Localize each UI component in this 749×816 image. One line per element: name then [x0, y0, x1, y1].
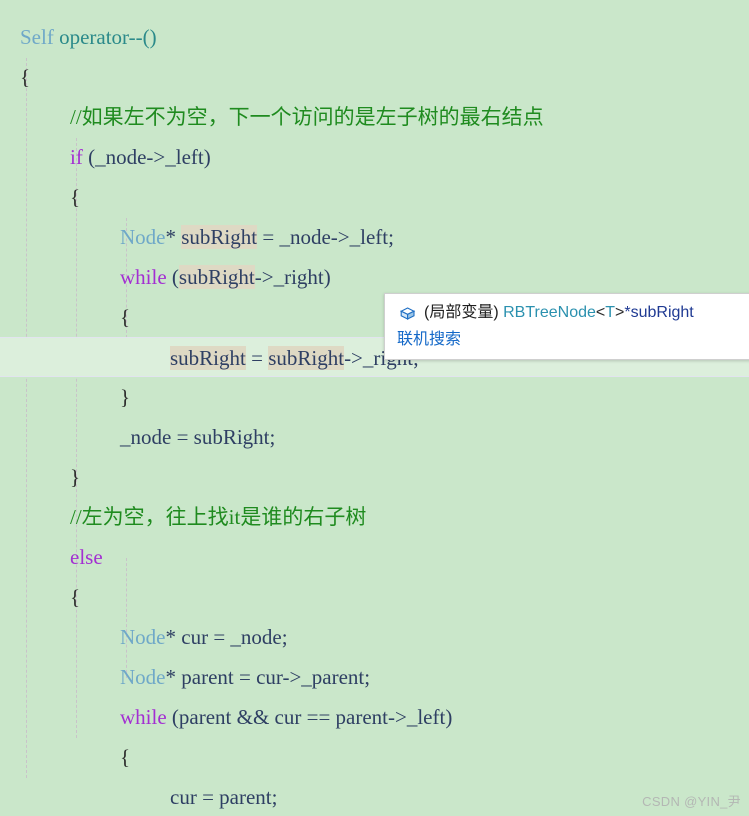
tooltip-angle-close: >: [615, 304, 625, 321]
code-line-text: }: [0, 457, 80, 497]
code-line[interactable]: //如果左不为空，下一个访问的是左子树的最右结点: [0, 97, 749, 137]
code-line[interactable]: Node* subRight = _node->_left;: [0, 217, 749, 257]
code-line[interactable]: Node* cur = _node;: [0, 617, 749, 657]
code-token: * parent = cur->_parent;: [165, 665, 371, 689]
code-line[interactable]: if (_node->_left): [0, 137, 749, 177]
code-line-text: }: [0, 377, 130, 417]
code-token: (parent && cur == parent->_left): [166, 705, 453, 729]
code-line[interactable]: while (parent && cur == parent->_left): [0, 697, 749, 737]
code-line[interactable]: {: [0, 737, 749, 777]
code-line[interactable]: //左为空，往上找it是谁的右子树: [0, 497, 749, 537]
code-line-text: _node = subRight;: [0, 417, 275, 457]
code-line-text: Node* parent = cur->_parent;: [0, 657, 370, 697]
code-token: *: [165, 225, 182, 249]
online-search-link[interactable]: 联机搜索: [397, 329, 749, 351]
code-token: * cur = _node;: [165, 625, 288, 649]
tooltip-type-name: RBTreeNode: [503, 304, 596, 321]
code-token: {: [120, 305, 131, 329]
code-token: subRight: [178, 265, 255, 289]
code-token: Self: [20, 25, 54, 49]
code-line[interactable]: }: [0, 377, 749, 417]
code-line[interactable]: Node* parent = cur->_parent;: [0, 657, 749, 697]
code-token: if: [70, 145, 83, 169]
code-token: operator--(): [59, 25, 157, 49]
csdn-watermark: CSDN @YIN_尹: [642, 794, 741, 809]
code-line[interactable]: while (subRight->_right): [0, 257, 749, 297]
code-line[interactable]: }: [0, 457, 749, 497]
code-token: _node = subRight;: [120, 425, 276, 449]
intellisense-tooltip: (局部变量) RBTreeNode < T > *subRight 联机搜索: [384, 293, 749, 360]
code-line-text: {: [0, 737, 130, 777]
code-line-text: if (_node->_left): [0, 137, 211, 177]
code-line[interactable]: _node = subRight;: [0, 417, 749, 457]
code-line-text: subRight = subRight->_right;: [0, 338, 419, 378]
tooltip-signature-row: (局部变量) RBTreeNode < T > *subRight: [397, 302, 749, 324]
code-line-text: //左为空，往上找it是谁的右子树: [0, 497, 366, 537]
code-token: =: [245, 346, 269, 370]
code-token: //如果左不为空，下一个访问的是左子树的最右结点: [70, 105, 544, 129]
code-token: {: [70, 185, 81, 209]
code-token: subRight: [170, 346, 246, 370]
code-token: = _node->_left;: [257, 225, 394, 249]
tooltip-template-param: T: [605, 304, 616, 321]
code-surface[interactable]: Self operator--() { //如果左不为空，下一个访问的是左子树的最右…: [0, 0, 749, 816]
tooltip-variable-name: *subRight: [624, 304, 694, 321]
code-token: {: [120, 745, 131, 769]
code-line[interactable]: cur = parent;: [0, 777, 749, 816]
tooltip-kind-label: (局部变量): [424, 304, 499, 321]
code-token: {: [20, 65, 31, 89]
code-token: subRight: [181, 225, 258, 249]
code-line[interactable]: else: [0, 537, 749, 577]
code-line[interactable]: {: [0, 57, 749, 97]
code-token: }: [70, 465, 81, 489]
code-line-text: {: [0, 297, 130, 337]
code-token: (: [166, 265, 179, 289]
code-line-text: Node* subRight = _node->_left;: [0, 217, 394, 257]
code-line-text: {: [0, 177, 80, 217]
code-token: (_node->_left): [82, 145, 211, 169]
code-token: while: [120, 705, 167, 729]
code-line[interactable]: {: [0, 177, 749, 217]
code-token: while: [120, 265, 167, 289]
code-token: Node: [120, 665, 166, 689]
code-line-text: Node* cur = _node;: [0, 617, 288, 657]
code-token: Node: [120, 625, 166, 649]
code-line-text: //如果左不为空，下一个访问的是左子树的最右结点: [0, 97, 544, 137]
code-editor-window: Self operator--() { //如果左不为空，下一个访问的是左子树的最右…: [0, 0, 749, 816]
code-token: ->_right): [254, 265, 331, 289]
code-line-text: {: [0, 577, 80, 617]
code-token: //左为空，往上找it是谁的右子树: [70, 505, 367, 529]
code-token: else: [70, 545, 103, 569]
code-token: Node: [120, 225, 166, 249]
code-token: {: [70, 585, 81, 609]
tooltip-angle-open: <: [595, 304, 606, 321]
box-3d-icon: [397, 303, 417, 323]
code-line[interactable]: {: [0, 577, 749, 617]
code-token: subRight: [268, 346, 345, 370]
code-line-text: Self operator--(): [0, 17, 157, 57]
code-line[interactable]: Self operator--(): [0, 17, 749, 57]
code-line-text: while (parent && cur == parent->_left): [0, 697, 452, 737]
code-token: }: [120, 385, 131, 409]
code-line-text: while (subRight->_right): [0, 257, 331, 297]
code-line-text: else: [0, 537, 103, 577]
code-token: cur = parent;: [170, 785, 278, 809]
code-line-text: {: [0, 57, 30, 97]
code-line-text: cur = parent;: [0, 777, 277, 816]
